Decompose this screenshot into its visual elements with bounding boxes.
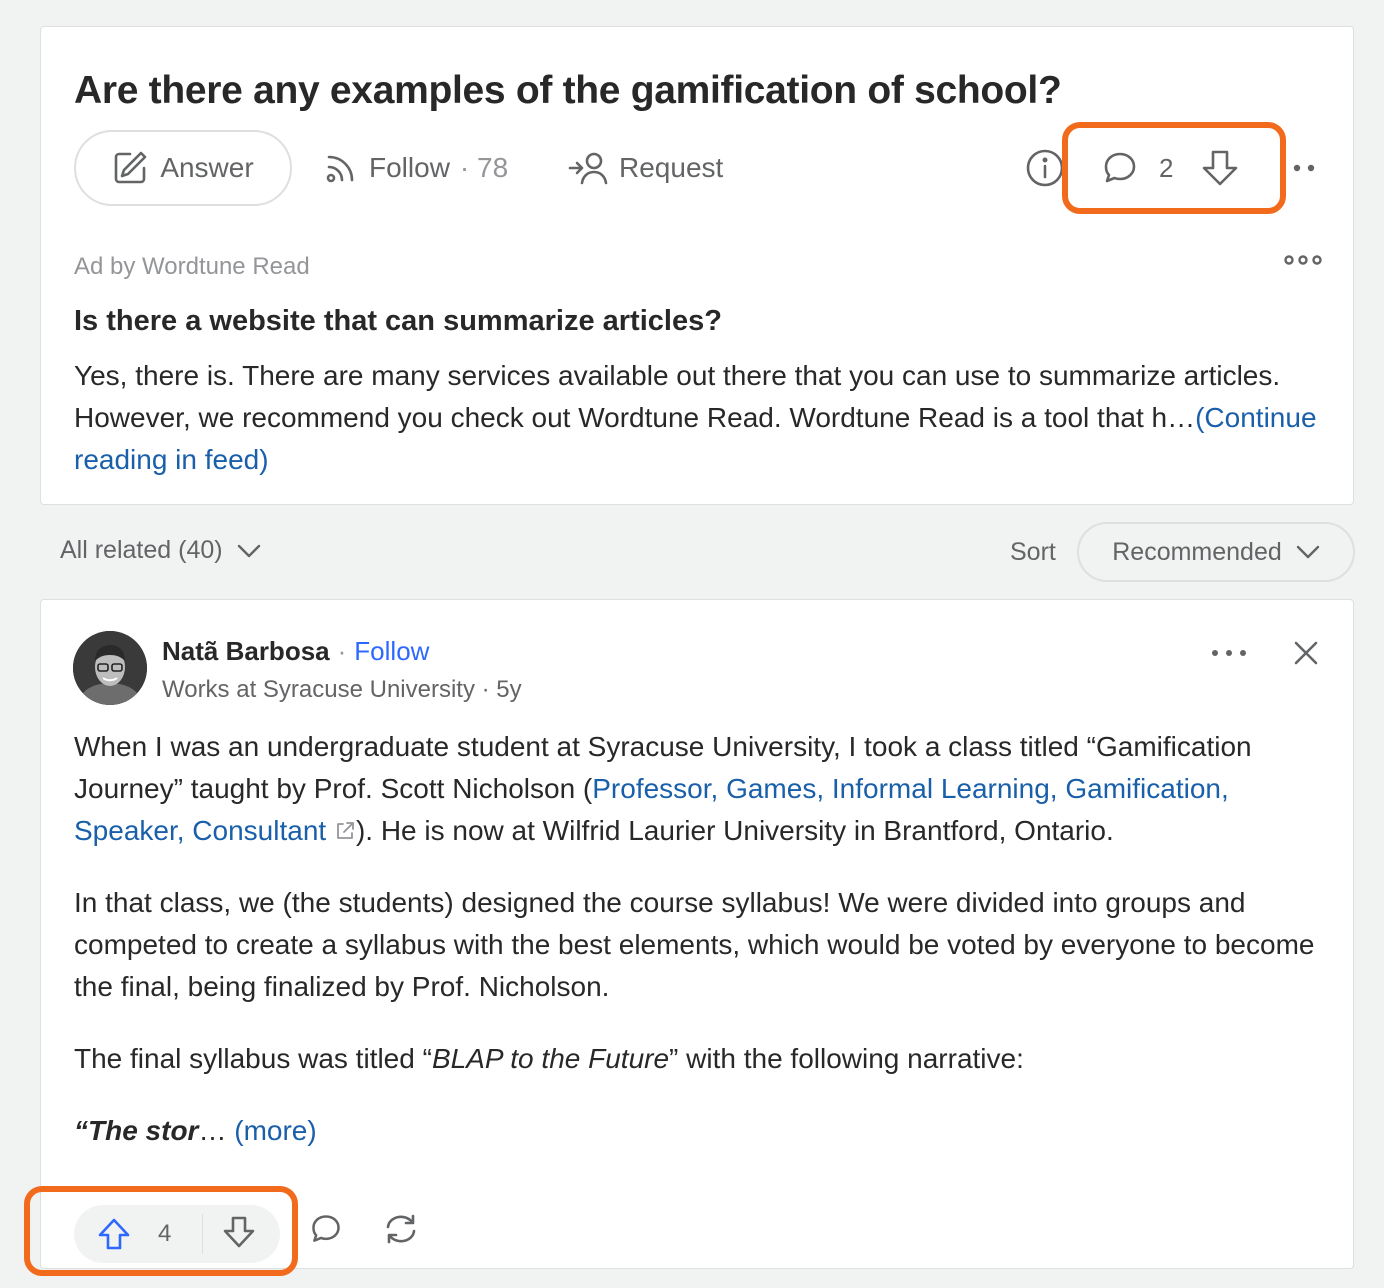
answer-body: When I was an undergraduate student at S…	[74, 726, 1324, 1182]
downvote-button[interactable]	[203, 1215, 257, 1254]
rss-icon	[323, 150, 359, 186]
author-name[interactable]: Natã Barbosa	[162, 636, 330, 667]
separator-dot: ·	[337, 636, 347, 666]
all-related-dropdown[interactable]: All related (40)	[60, 536, 261, 565]
follow-author-link[interactable]: Follow	[354, 636, 429, 667]
ad-body: Yes, there is. There are many services a…	[74, 355, 1324, 481]
author-credential: Works at Syracuse University · 5y	[162, 676, 522, 703]
ad-card: Ad by Wordtune Read Is there a website t…	[40, 215, 1354, 505]
upvote-button[interactable]: 4	[74, 1217, 202, 1251]
sort-dropdown[interactable]: Recommended	[1077, 522, 1355, 582]
ad-body-text: Yes, there is. There are many services a…	[74, 360, 1281, 433]
more-horizontal-icon	[1209, 638, 1249, 668]
answer-paragraph-2: In that class, we (the students) designe…	[74, 887, 1315, 1002]
avatar[interactable]	[73, 631, 147, 705]
upvote-icon	[96, 1217, 132, 1251]
question-more-button[interactable]	[1293, 143, 1317, 193]
question-comments-button[interactable]: 2	[1101, 143, 1173, 193]
follow-button[interactable]: Follow · 78	[323, 143, 508, 193]
upvote-count: 4	[158, 1220, 172, 1247]
follow-label: Follow	[369, 152, 450, 183]
answer-label: Answer	[160, 152, 254, 183]
share-button[interactable]	[383, 1212, 419, 1251]
info-icon[interactable]	[1025, 148, 1065, 188]
all-related-label: All related (40)	[60, 536, 223, 564]
ad-more-button[interactable]	[1283, 253, 1323, 271]
answer-paragraph-4: “The stor… (more)	[74, 1115, 317, 1146]
chevron-down-icon	[237, 544, 261, 558]
downvote-icon	[221, 1215, 257, 1249]
ad-title[interactable]: Is there a website that can summarize ar…	[74, 305, 722, 338]
question-downvote-button[interactable]	[1199, 143, 1241, 193]
chevron-down-icon	[1296, 545, 1320, 559]
answer-comment-button[interactable]	[309, 1212, 343, 1251]
ad-label: Ad by Wordtune Read	[74, 253, 310, 280]
vote-bar: 4	[74, 1205, 280, 1263]
comment-icon	[309, 1212, 343, 1246]
request-button[interactable]: Request	[567, 143, 723, 193]
follow-count: · 78	[459, 152, 509, 183]
answer-more-button[interactable]	[1209, 638, 1249, 673]
comment-icon	[1101, 149, 1139, 187]
external-link-icon	[334, 820, 356, 842]
more-horizontal-icon	[1283, 254, 1323, 266]
question-title[interactable]: Are there any examples of the gamificati…	[74, 69, 1062, 113]
request-user-icon	[567, 150, 609, 186]
pencil-icon	[112, 150, 148, 186]
reshare-icon	[383, 1212, 419, 1246]
answer-paragraph-3: The final syllabus was titled “BLAP to t…	[74, 1043, 1024, 1074]
question-comment-count: 2	[1159, 152, 1174, 183]
sort-value: Recommended	[1112, 537, 1282, 566]
answer-card: Natã Barbosa · Follow Works at Syracuse …	[40, 599, 1354, 1269]
sort-label: Sort	[1010, 538, 1056, 566]
answer-paragraph-1: When I was an undergraduate student at S…	[74, 731, 1252, 846]
downvote-icon	[1199, 148, 1241, 188]
dismiss-answer-button[interactable]	[1291, 638, 1321, 673]
more-dots-icon	[1293, 163, 1317, 173]
request-label: Request	[619, 152, 724, 183]
close-icon	[1291, 638, 1321, 668]
question-card: Are there any examples of the gamificati…	[40, 26, 1354, 216]
answer-button[interactable]: Answer	[74, 130, 292, 206]
more-link[interactable]: (more)	[234, 1115, 316, 1146]
